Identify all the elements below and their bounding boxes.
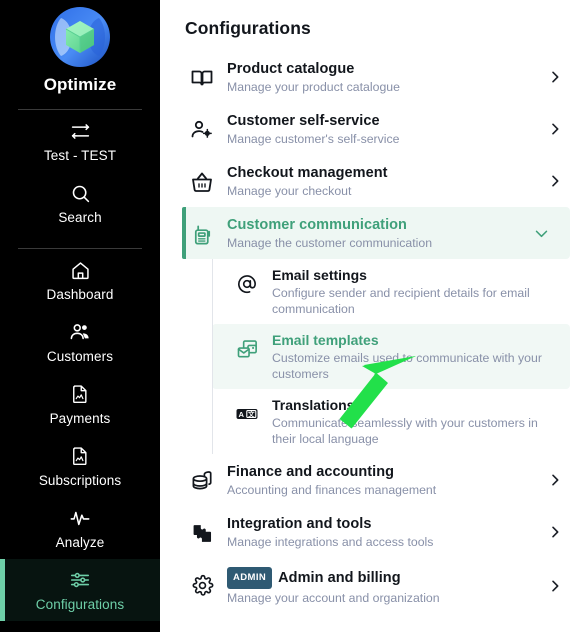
book-icon: [185, 61, 219, 95]
sidebar-item-label: Dashboard: [46, 287, 114, 302]
config-row-text: Finance and accounting Accounting and fi…: [219, 462, 546, 498]
document-chart-icon: [70, 445, 90, 467]
sidebar: Optimize Test - TEST Search Dashboard Cu…: [0, 0, 160, 632]
config-row-integration-and-tools[interactable]: Integration and tools Manage integration…: [160, 506, 584, 558]
status-badge: ADMIN: [227, 567, 273, 589]
users-icon: [69, 321, 91, 343]
config-row-text: ADMIN Admin and billing Manage your accou…: [219, 566, 546, 606]
brand: Optimize: [0, 0, 160, 95]
sidebar-item-label: Configurations: [35, 597, 125, 612]
config-row-title: Product catalogue: [227, 61, 355, 77]
config-row-title: Customer communication: [227, 217, 407, 233]
customer-communication-sublist: Email settings Configure sender and reci…: [160, 259, 584, 454]
config-row-checkout-management[interactable]: Checkout management Manage your checkout: [160, 155, 584, 207]
sidebar-item-test[interactable]: Test - TEST: [0, 110, 160, 172]
sub-row-email-settings[interactable]: Email settings Configure sender and reci…: [212, 259, 570, 324]
config-row-title: Customer self-service: [227, 113, 380, 129]
chevron-right-icon[interactable]: [546, 578, 566, 594]
config-row-subtitle: Manage customer's self-service: [227, 132, 400, 146]
sidebar-item-configurations[interactable]: Configurations: [0, 559, 160, 621]
brand-name: Optimize: [43, 75, 117, 94]
transfer-icon: [70, 120, 91, 142]
config-row-customer-communication[interactable]: Customer communication Manage the custom…: [182, 207, 570, 259]
user-gear-icon: [185, 113, 219, 147]
search-icon: [70, 182, 91, 204]
sub-row-email-templates[interactable]: Email templates Customize emails used to…: [212, 324, 570, 389]
sub-row-translations[interactable]: A 文 Translations Communicate seamlessly …: [212, 389, 570, 454]
gear-icon: [185, 568, 219, 602]
sub-row-text: Email templates Customize emails used to…: [262, 331, 552, 382]
config-row-text: Customer communication Manage the custom…: [219, 215, 532, 251]
config-row-customer-self-service[interactable]: Customer self-service Manage customer's …: [160, 103, 584, 155]
sidebar-item-customers[interactable]: Customers: [0, 311, 160, 373]
chevron-right-icon[interactable]: [546, 121, 566, 137]
page-title: Configurations: [185, 18, 311, 38]
sub-row-text: Email settings Configure sender and reci…: [262, 266, 552, 317]
email-templates-icon: [232, 334, 262, 364]
sub-row-title: Email templates: [272, 332, 379, 348]
radio-icon: [185, 217, 219, 251]
sidebar-item-dashboard[interactable]: Dashboard: [0, 249, 160, 311]
sub-row-text: Translations Communicate seamlessly with…: [262, 396, 552, 447]
sidebar-item-label: Test - TEST: [43, 148, 117, 163]
config-row-title: Integration and tools: [227, 516, 372, 532]
config-row-subtitle: Manage your account and organization: [227, 591, 440, 605]
chevron-down-icon[interactable]: [532, 225, 552, 242]
optimize-logo-icon: [49, 6, 111, 68]
chevron-right-icon[interactable]: [546, 173, 566, 189]
sub-row-subtitle: Customize emails used to communicate wit…: [272, 351, 542, 381]
config-row-subtitle: Manage your checkout: [227, 184, 352, 198]
config-row-subtitle: Manage integrations and access tools: [227, 535, 434, 549]
config-row-text: Integration and tools Manage integration…: [219, 514, 546, 550]
config-row-title-text: Admin and billing: [278, 570, 401, 586]
home-icon: [70, 259, 91, 281]
config-row-subtitle: Manage the customer communication: [227, 236, 433, 250]
sliders-icon: [69, 569, 91, 591]
chevron-right-icon[interactable]: [546, 69, 566, 85]
config-row-product-catalogue[interactable]: Product catalogue Manage your product ca…: [160, 51, 584, 103]
sub-row-title: Email settings: [272, 267, 367, 283]
sidebar-item-label: Customers: [46, 349, 114, 364]
config-row-finance-and-accounting[interactable]: Finance and accounting Accounting and fi…: [160, 454, 584, 506]
chevron-right-icon[interactable]: [546, 472, 566, 488]
coins-stack-icon: [185, 464, 219, 498]
basket-icon: [185, 165, 219, 199]
sidebar-item-label: Search: [58, 210, 102, 225]
chevron-right-icon[interactable]: [546, 524, 566, 540]
sidebar-item-analyze[interactable]: Analyze: [0, 497, 160, 559]
config-row-text: Product catalogue Manage your product ca…: [219, 59, 546, 95]
svg-text:文: 文: [248, 409, 255, 418]
config-row-admin-and-billing[interactable]: ADMIN Admin and billing Manage your accou…: [160, 558, 584, 614]
config-row-subtitle: Manage your product catalogue: [227, 80, 400, 94]
sub-row-title: Translations: [272, 397, 355, 413]
config-row-title: Finance and accounting: [227, 464, 395, 480]
sidebar-item-subscriptions[interactable]: Subscriptions: [0, 435, 160, 497]
pulse-icon: [69, 507, 91, 529]
configurations-list: Product catalogue Manage your product ca…: [160, 51, 584, 614]
document-chart-icon: [70, 383, 90, 405]
sidebar-item-label: Payments: [49, 411, 111, 426]
sidebar-item-label: Analyze: [55, 535, 105, 550]
config-row-subtitle: Accounting and finances management: [227, 483, 437, 497]
config-row-text: Customer self-service Manage customer's …: [219, 111, 546, 147]
puzzle-icon: [185, 516, 219, 550]
app-root: Optimize Test - TEST Search Dashboard Cu…: [0, 0, 584, 632]
config-row-title: Checkout management: [227, 165, 388, 181]
translate-icon: A 文: [232, 399, 262, 429]
config-row-text: Checkout management Manage your checkout: [219, 163, 546, 199]
svg-text:A: A: [239, 410, 245, 419]
sidebar-item-payments[interactable]: Payments: [0, 373, 160, 435]
config-row-title: ADMIN Admin and billing: [227, 567, 546, 589]
main-content: Configurations Product catalogue Manage …: [160, 0, 584, 632]
sidebar-item-search[interactable]: Search: [0, 172, 160, 234]
sidebar-item-label: Subscriptions: [38, 473, 122, 488]
sub-row-subtitle: Configure sender and recipient details f…: [272, 286, 530, 316]
sub-row-subtitle: Communicate seamlessly with your custome…: [272, 416, 538, 446]
at-sign-icon: [232, 269, 262, 299]
